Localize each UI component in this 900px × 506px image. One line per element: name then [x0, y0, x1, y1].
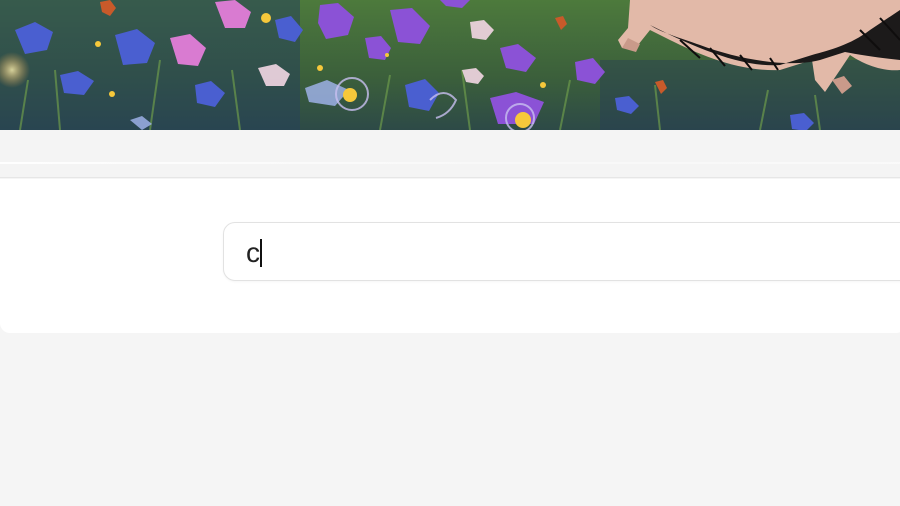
- meadow-artwork: [0, 0, 900, 130]
- search-value-text: c: [246, 237, 260, 268]
- header-illustration: [0, 0, 900, 130]
- content-area: [0, 333, 900, 506]
- search-input-value[interactable]: c: [246, 238, 262, 268]
- toolbar-strip: [0, 130, 900, 178]
- search-input[interactable]: c: [223, 222, 900, 281]
- text-caret: [260, 239, 262, 267]
